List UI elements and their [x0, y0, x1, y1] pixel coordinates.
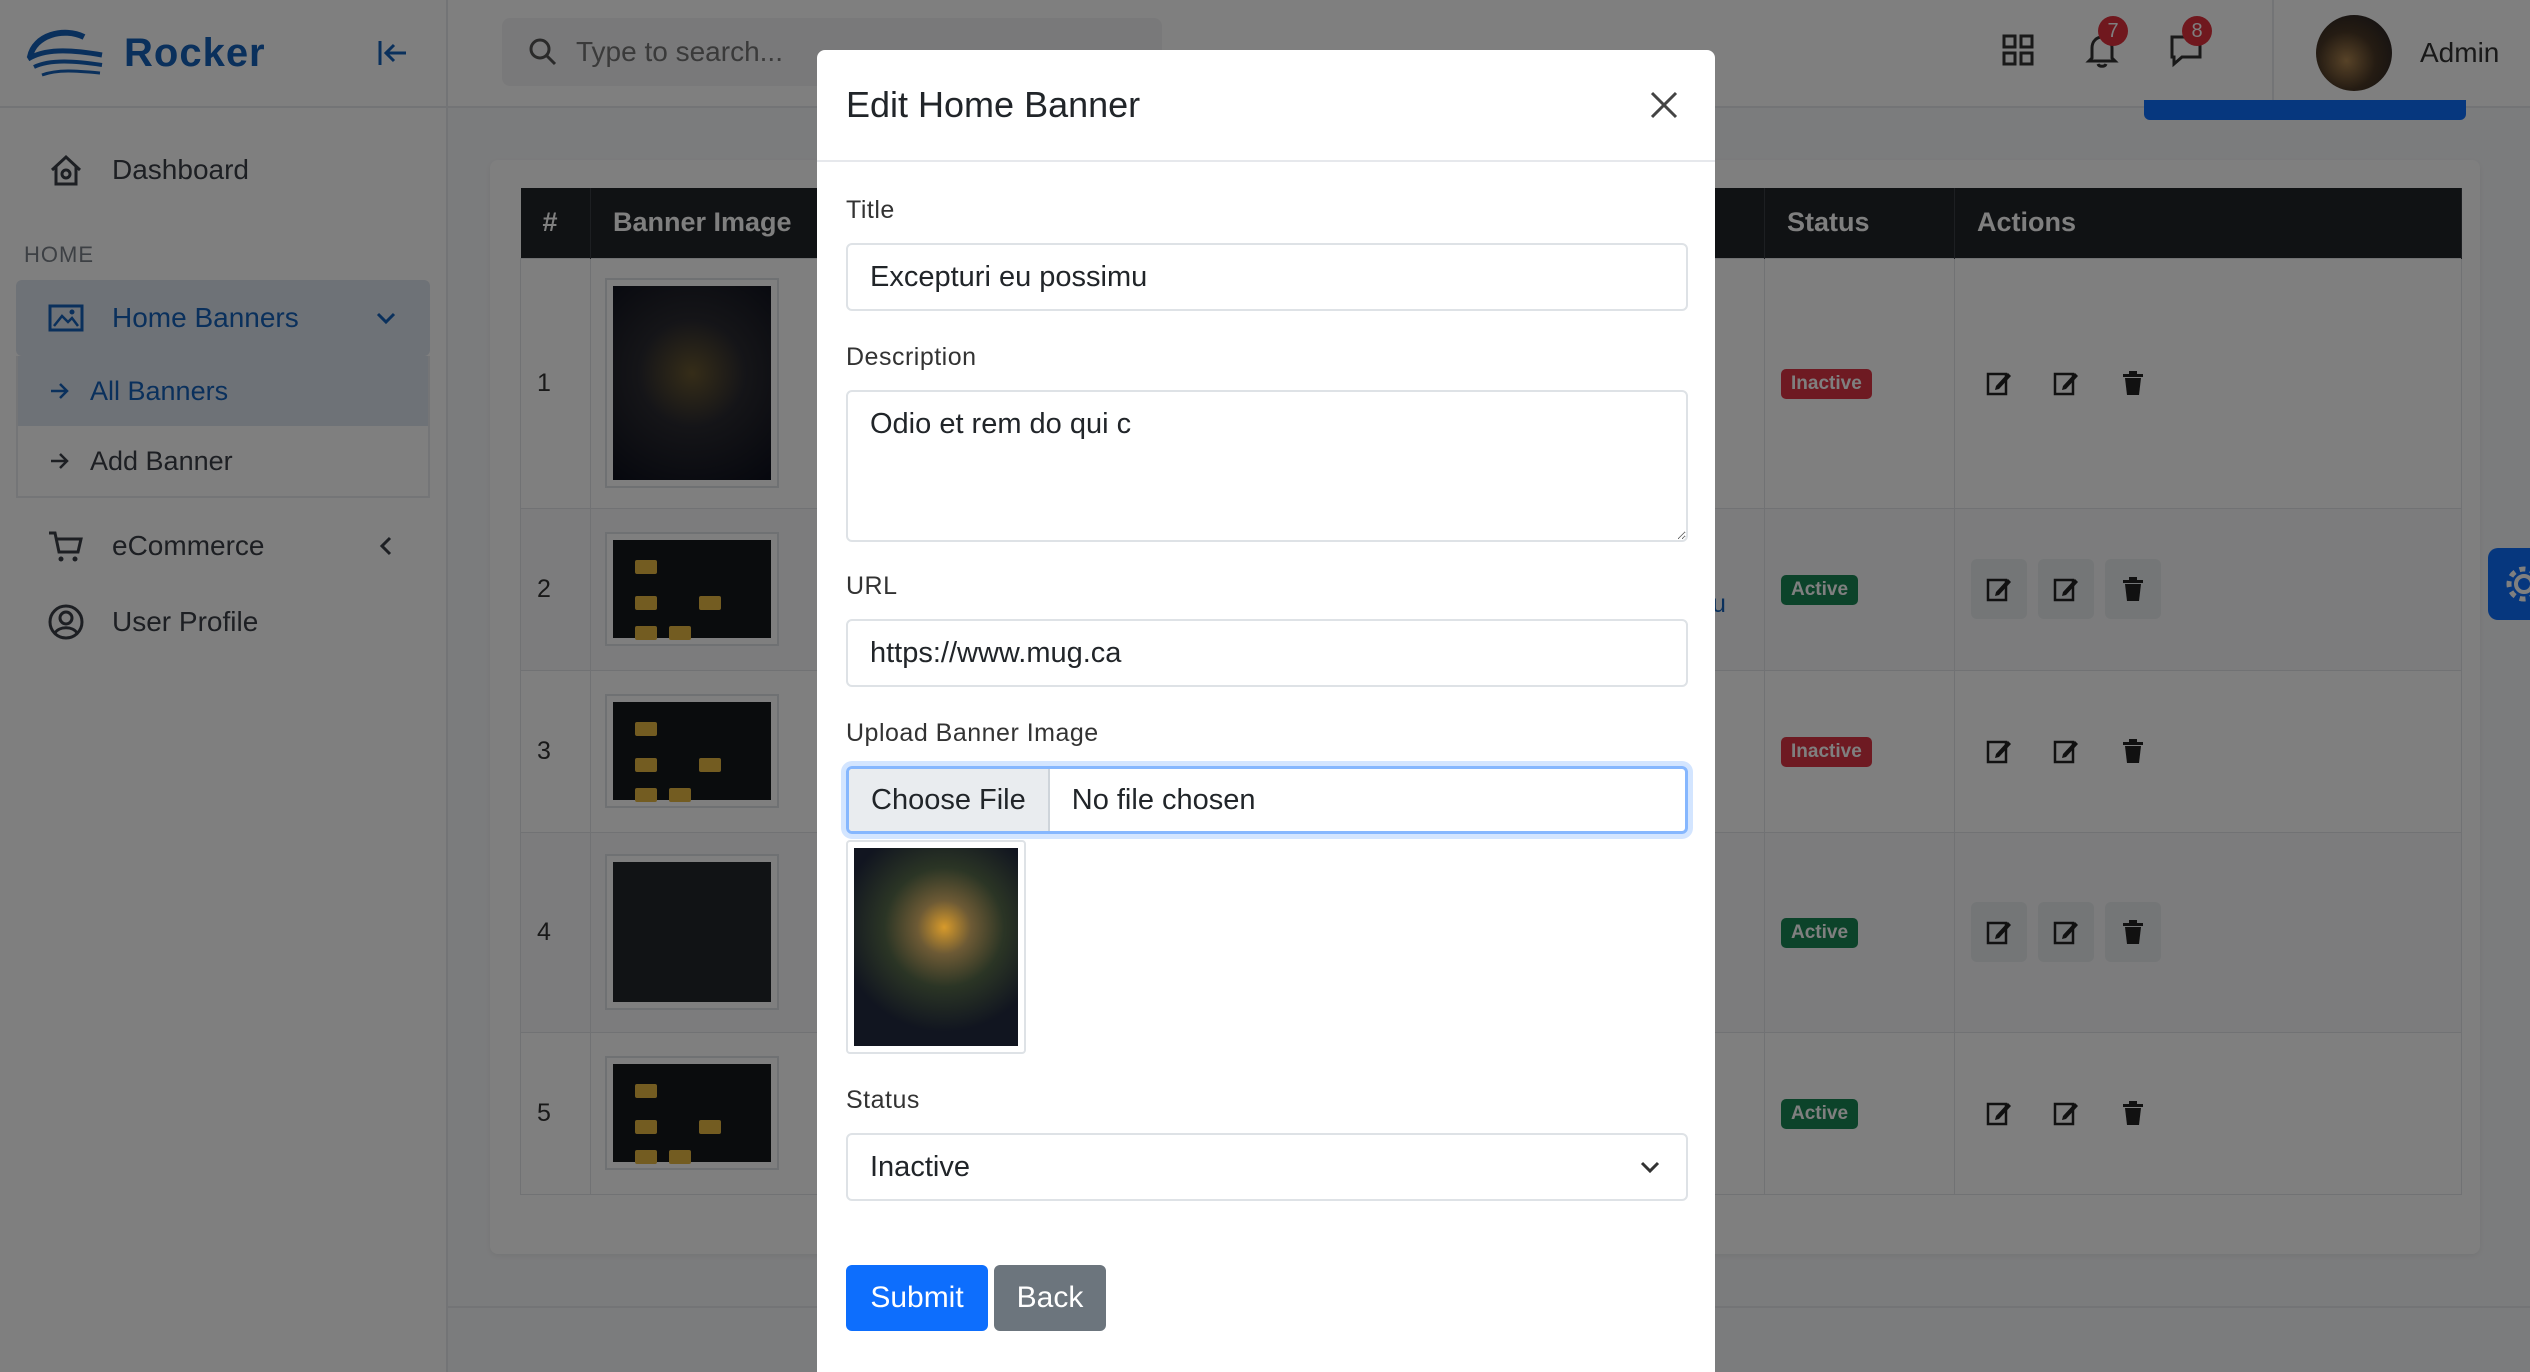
choose-file-button[interactable]: Choose File [849, 769, 1050, 831]
url-input[interactable] [846, 619, 1688, 687]
url-label: URL [846, 572, 898, 600]
title-label: Title [846, 196, 895, 224]
modal-header: Edit Home Banner [817, 50, 1715, 162]
edit-banner-modal: Edit Home Banner Title Description Odio … [817, 50, 1715, 1372]
file-upload-input[interactable]: Choose File No file chosen [846, 766, 1688, 834]
modal-title: Edit Home Banner [846, 84, 1141, 125]
description-textarea[interactable]: Odio et rem do qui c [846, 390, 1688, 542]
chevron-down-icon [1640, 1161, 1660, 1174]
banner-preview-image [854, 848, 1018, 1046]
submit-button[interactable]: Submit [846, 1265, 988, 1331]
modal-body: Title Description Odio et rem do qui c U… [817, 196, 1715, 1331]
banner-preview [846, 840, 1026, 1054]
status-select[interactable]: Inactive [846, 1133, 1688, 1201]
back-button[interactable]: Back [994, 1265, 1106, 1331]
close-button[interactable] [1642, 83, 1686, 127]
close-icon [1650, 91, 1678, 119]
status-selected-value: Inactive [870, 1150, 970, 1183]
modal-actions: Submit Back [846, 1265, 1686, 1331]
description-label: Description [846, 343, 977, 371]
file-name-text: No file chosen [1071, 783, 1256, 816]
status-label: Status [846, 1086, 920, 1114]
title-input[interactable] [846, 243, 1688, 311]
upload-label: Upload Banner Image [846, 719, 1099, 747]
